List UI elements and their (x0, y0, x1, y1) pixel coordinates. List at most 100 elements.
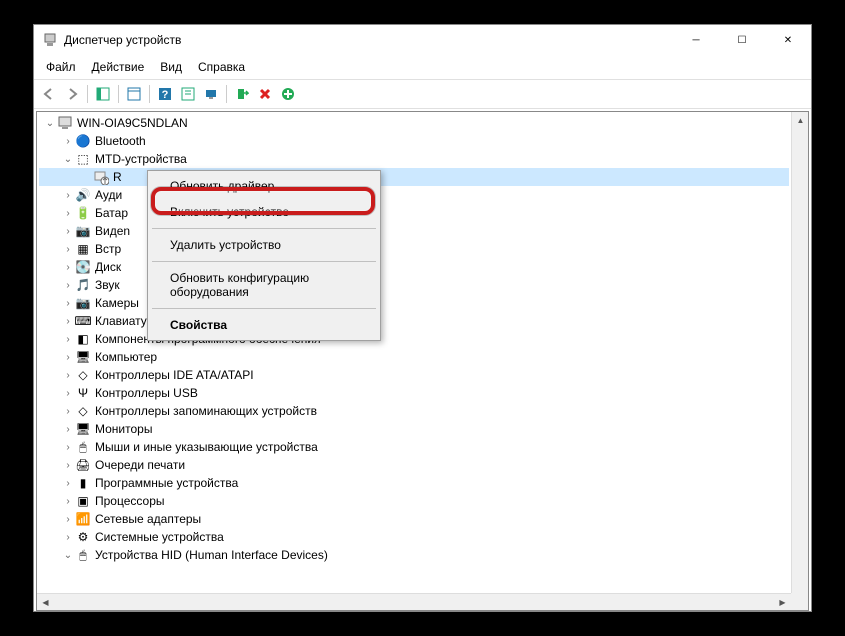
expander-icon[interactable]: › (61, 298, 75, 309)
forward-button[interactable] (61, 83, 83, 105)
expander-icon[interactable]: › (61, 352, 75, 363)
context-menu: Обновить драйвер Включить устройство Уда… (147, 170, 381, 341)
maximize-button[interactable]: ☐ (719, 25, 765, 55)
expander-icon[interactable]: ⌄ (43, 118, 57, 129)
firmware-icon: ▦ (75, 241, 91, 257)
expander-icon[interactable]: › (61, 514, 75, 525)
expander-icon[interactable]: ⌄ (61, 154, 75, 165)
ctx-separator (152, 228, 376, 229)
cpu-icon: ▣ (75, 493, 91, 509)
update-driver-button[interactable] (277, 83, 299, 105)
software-icon: ◧ (75, 331, 91, 347)
expander-icon[interactable]: ⌄ (61, 550, 75, 561)
tree-category[interactable]: ›🖥Мониторы (39, 420, 789, 438)
expander-icon[interactable]: › (61, 532, 75, 543)
expander-icon[interactable]: › (61, 244, 75, 255)
tree-root[interactable]: ⌄ WIN-OIA9C5NDLAN (39, 114, 789, 132)
vertical-scrollbar[interactable]: ▲ ▼ (791, 112, 808, 610)
usb-icon: Ψ (75, 385, 91, 401)
expander-icon[interactable]: › (61, 424, 75, 435)
tree-category-label: Контроллеры запоминающих устройств (95, 404, 317, 418)
scroll-right-button[interactable]: ▶ (774, 594, 791, 611)
tree-category-label: Контроллеры USB (95, 386, 198, 400)
tree-category[interactable]: ›📶Сетевые адаптеры (39, 510, 789, 528)
tree-category[interactable]: ›◇Контроллеры IDE ATA/ATAPI (39, 366, 789, 384)
progdev-icon: ▮ (75, 475, 91, 491)
mtd-icon: ⬚ (75, 151, 91, 167)
toolbar-button[interactable] (177, 83, 199, 105)
tree-category-label: Ауди (95, 188, 122, 202)
expander-icon[interactable]: › (61, 478, 75, 489)
expander-icon[interactable]: › (61, 496, 75, 507)
expander-icon[interactable]: › (61, 208, 75, 219)
hid-icon: 🖱 (75, 547, 91, 563)
tree-category-label: Очереди печати (95, 458, 185, 472)
device-manager-window: Диспетчер устройств ─ ☐ ✕ Файл Действие … (33, 24, 812, 612)
tree-category-label: Батар (95, 206, 128, 220)
expander-icon[interactable]: › (61, 226, 75, 237)
scroll-up-button[interactable]: ▲ (792, 112, 809, 129)
app-icon (42, 32, 58, 48)
uninstall-button[interactable] (254, 83, 276, 105)
ctx-scan-hardware[interactable]: Обновить конфигурацию оборудования (150, 265, 378, 305)
tree-category-label: Мыши и иные указывающие устройства (95, 440, 318, 454)
tree-category[interactable]: ›▮Программные устройства (39, 474, 789, 492)
expander-icon[interactable]: › (61, 262, 75, 273)
expander-icon[interactable]: › (61, 136, 75, 147)
tree-category[interactable]: ›🖥Компьютер (39, 348, 789, 366)
tree-category[interactable]: ›🖱Мыши и иные указывающие устройства (39, 438, 789, 456)
tree-category[interactable]: ›⚙Системные устройства (39, 528, 789, 546)
ctx-properties[interactable]: Свойства (150, 312, 378, 338)
keyboard-icon: ⌨ (75, 313, 91, 329)
ctx-update-driver[interactable]: Обновить драйвер (150, 173, 378, 199)
tree-category[interactable]: ›▣ Процессоры (39, 492, 789, 510)
expander-icon[interactable]: › (61, 316, 75, 327)
tree-category-label: Контроллеры IDE ATA/ATAPI (95, 368, 254, 382)
minimize-button[interactable]: ─ (673, 25, 719, 55)
tree-category[interactable]: ⌄🖱 Устройства HID (Human Interface Device… (39, 546, 789, 564)
disk-icon: 💽 (75, 259, 91, 275)
menu-action[interactable]: Действие (84, 57, 153, 77)
show-hide-tree-button[interactable] (92, 83, 114, 105)
expander-icon[interactable]: › (61, 370, 75, 381)
tree-category[interactable]: ⌄⬚MTD-устройства (39, 150, 789, 168)
enable-button[interactable] (231, 83, 253, 105)
scan-hardware-button[interactable] (200, 83, 222, 105)
tree-category-label: Процессоры (95, 494, 165, 508)
printq-icon: 🖨 (75, 457, 91, 473)
ctx-enable-device[interactable]: Включить устройство (150, 199, 378, 225)
window-title: Диспетчер устройств (64, 33, 673, 47)
horizontal-scrollbar[interactable]: ◀ ▶ (37, 593, 791, 610)
device-tree-panel: ⌄ WIN-OIA9C5NDLAN ›🔵Bluetooth⌄⬚MTD-устро… (36, 111, 809, 611)
tree-category-label: Системные устройства (95, 530, 224, 544)
toolbar-separator (149, 85, 150, 103)
menu-help[interactable]: Справка (190, 57, 253, 77)
scroll-left-button[interactable]: ◀ (37, 594, 54, 611)
toolbar-separator (226, 85, 227, 103)
tree-device-label: R (113, 170, 122, 184)
expander-icon[interactable]: › (61, 334, 75, 345)
expander-icon[interactable]: › (61, 460, 75, 471)
expander-icon[interactable]: › (61, 442, 75, 453)
back-button[interactable] (38, 83, 60, 105)
tree-category[interactable]: ›◇Контроллеры запоминающих устройств (39, 402, 789, 420)
monitor-icon: 🖥 (75, 421, 91, 437)
expander-icon[interactable]: › (61, 406, 75, 417)
tree-category[interactable]: ›🖨 Очереди печати (39, 456, 789, 474)
ctx-uninstall-device[interactable]: Удалить устройство (150, 232, 378, 258)
help-button[interactable]: ? (154, 83, 176, 105)
expander-icon[interactable]: › (61, 280, 75, 291)
ctx-separator (152, 308, 376, 309)
titlebar[interactable]: Диспетчер устройств ─ ☐ ✕ (34, 25, 811, 55)
expander-icon[interactable]: › (61, 190, 75, 201)
close-button[interactable]: ✕ (765, 25, 811, 55)
tree-category-label: Устройства HID (Human Interface Devices) (95, 548, 328, 562)
menu-view[interactable]: Вид (152, 57, 190, 77)
tree-category[interactable]: ›🔵Bluetooth (39, 132, 789, 150)
camera-icon: 📷 (75, 295, 91, 311)
menu-file[interactable]: Файл (38, 57, 84, 77)
tree-category-label: Звук (95, 278, 120, 292)
tree-category[interactable]: ›Ψ Контроллеры USB (39, 384, 789, 402)
properties-button[interactable] (123, 83, 145, 105)
expander-icon[interactable]: › (61, 388, 75, 399)
